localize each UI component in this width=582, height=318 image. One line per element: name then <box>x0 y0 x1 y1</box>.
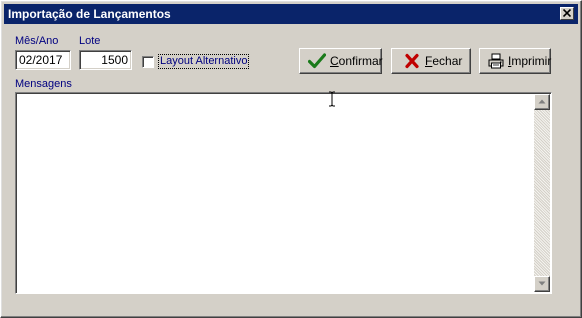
scroll-down-button[interactable] <box>534 276 550 292</box>
check-icon <box>308 53 326 69</box>
mes-ano-field[interactable]: 02/2017 <box>15 50 71 70</box>
imprimir-label: Imprimir <box>508 54 552 68</box>
fechar-label: Fechar <box>425 54 463 68</box>
lote-field[interactable]: 1500 <box>79 50 132 70</box>
title-bar[interactable]: Importação de Lançamentos <box>4 4 578 24</box>
mensagens-label: Mensagens <box>15 78 72 90</box>
printer-icon <box>488 53 504 69</box>
confirmar-button[interactable]: Confirmar <box>299 48 383 74</box>
close-icon <box>563 9 571 17</box>
confirmar-label: Confirmar <box>330 54 383 68</box>
text-cursor-icon <box>329 91 335 107</box>
close-button[interactable] <box>560 7 574 20</box>
x-icon <box>405 53 419 69</box>
layout-alternativo-label[interactable]: Layout Alternativo <box>158 54 250 69</box>
import-dialog: Importação de Lançamentos Mês/Ano 02/201… <box>0 0 582 318</box>
arrow-up-icon <box>538 99 546 104</box>
window-title: Importação de Lançamentos <box>8 7 171 21</box>
arrow-down-icon <box>538 281 546 286</box>
layout-alternativo-checkbox[interactable] <box>142 56 154 68</box>
mensagens-memo[interactable] <box>15 92 552 294</box>
vertical-scrollbar[interactable] <box>534 94 550 292</box>
mes-ano-label: Mês/Ano <box>15 35 59 47</box>
scroll-up-button[interactable] <box>534 94 550 110</box>
lote-label: Lote <box>79 35 101 47</box>
imprimir-button[interactable]: Imprimir <box>479 48 551 74</box>
fechar-button[interactable]: Fechar <box>391 48 471 74</box>
